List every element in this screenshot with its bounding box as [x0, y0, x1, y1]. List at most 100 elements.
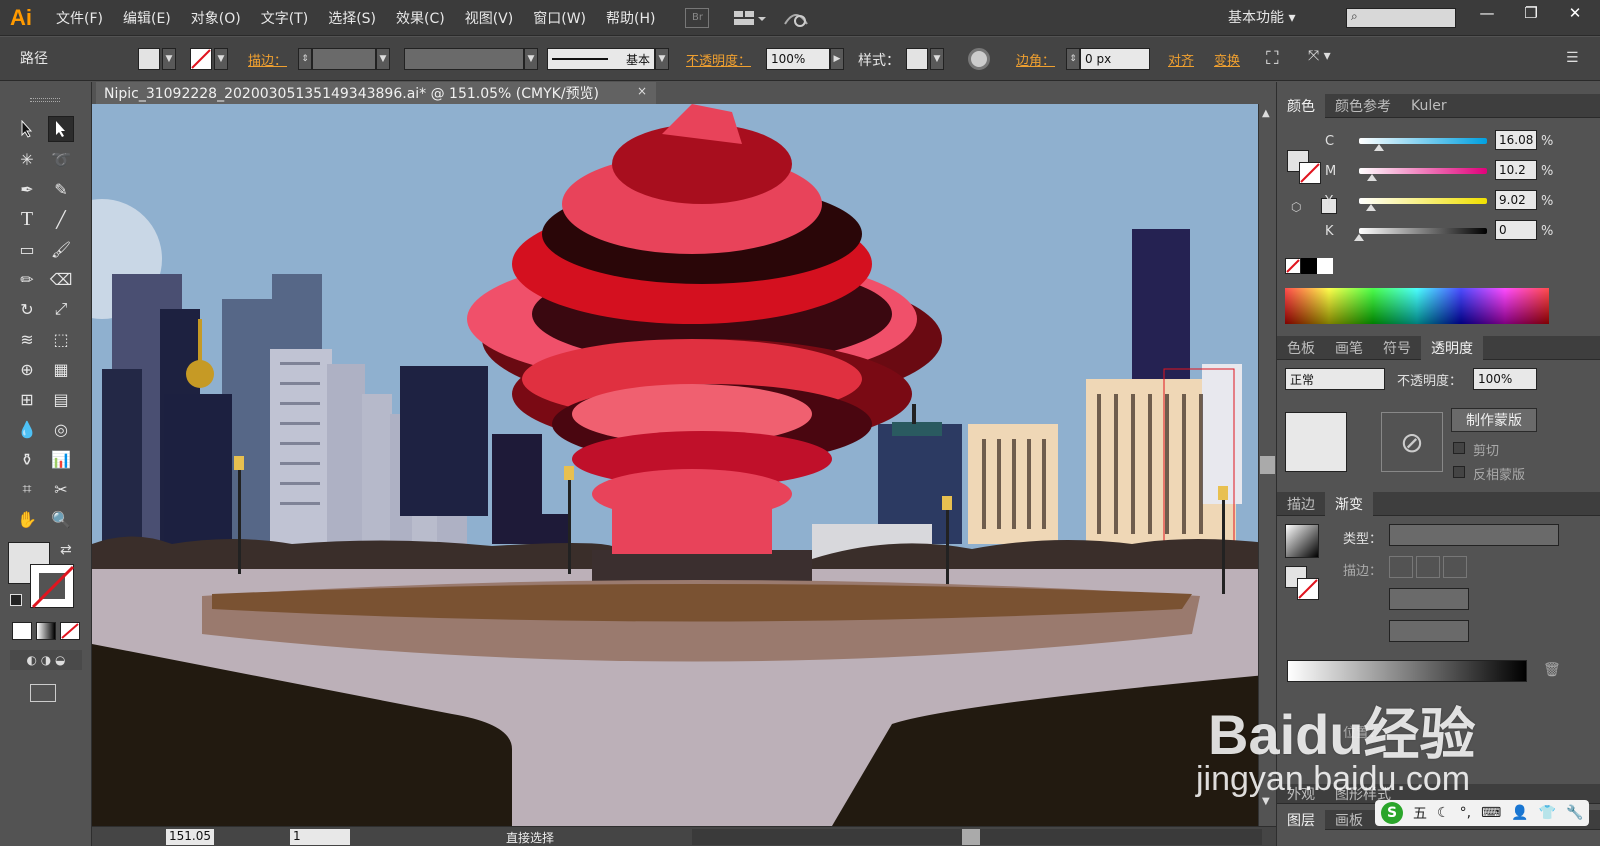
close-document-icon[interactable]: × — [637, 84, 647, 98]
swap-fill-stroke-icon[interactable]: ⇄ — [60, 542, 72, 558]
slice-tool-icon[interactable]: ✂ — [48, 476, 74, 502]
eyedropper-tool-icon[interactable]: 💧 — [14, 416, 40, 442]
gradient-type-select[interactable] — [1389, 524, 1559, 546]
pencil-tool-icon[interactable]: ✏ — [14, 266, 40, 292]
channel-m-slider[interactable] — [1359, 168, 1487, 174]
direct-selection-tool-icon[interactable] — [48, 116, 74, 142]
bridge-button[interactable]: Br — [685, 7, 710, 28]
corner-radius-field[interactable]: 0 px — [1080, 48, 1150, 70]
menu-select[interactable]: 选择(S) — [318, 8, 386, 28]
stroke-gradient-options[interactable] — [1389, 556, 1471, 578]
make-mask-button[interactable]: 制作蒙版 — [1451, 408, 1537, 432]
tab-color[interactable]: 颜色 — [1277, 93, 1325, 118]
ime-moon-icon[interactable]: ☾ — [1437, 805, 1450, 821]
symbol-sprayer-tool-icon[interactable]: ⚱ — [14, 446, 40, 472]
free-transform-tool-icon[interactable]: ⬚ — [48, 326, 74, 352]
channel-c-thumb[interactable] — [1374, 144, 1385, 151]
menu-type[interactable]: 文字(T) — [251, 8, 318, 28]
canvas[interactable] — [92, 104, 1276, 826]
curvature-tool-icon[interactable]: ✎ — [48, 176, 74, 202]
recolor-artwork-icon[interactable] — [968, 48, 990, 70]
ime-keyboard-icon[interactable]: ⌨ — [1481, 805, 1501, 821]
scroll-up-icon[interactable]: ▲ — [1262, 108, 1270, 119]
tab-transparency[interactable]: 透明度 — [1421, 335, 1483, 360]
select-similar-icon[interactable]: ⤧ ▾ — [1308, 48, 1348, 70]
align-link[interactable]: 对齐 — [1168, 50, 1194, 69]
perspective-grid-tool-icon[interactable]: ▦ — [48, 356, 74, 382]
paintbrush-tool-icon[interactable]: 🖌 — [48, 236, 74, 262]
minimize-button[interactable]: — — [1465, 0, 1509, 26]
drawing-modes-icon[interactable]: ◐ ◑ ◒ — [10, 650, 82, 670]
menu-edit[interactable]: 编辑(E) — [113, 8, 181, 28]
channel-m-value[interactable]: 10.2 — [1495, 160, 1537, 180]
gradient-angle-field[interactable] — [1389, 588, 1469, 610]
rotate-tool-icon[interactable]: ↻ — [14, 296, 40, 322]
screen-mode-icon[interactable] — [30, 684, 56, 702]
channel-y-thumb[interactable] — [1365, 204, 1376, 211]
zoom-tool-icon[interactable]: 🔍 — [48, 506, 74, 532]
close-button[interactable]: ✕ — [1553, 0, 1597, 26]
quick-swatches[interactable] — [1285, 258, 1333, 274]
stroke-weight-field[interactable] — [312, 48, 376, 70]
ime-user-icon[interactable]: 👤 — [1511, 805, 1528, 821]
lasso-tool-icon[interactable]: ➰ — [48, 146, 74, 172]
tab-brushes[interactable]: 画笔 — [1325, 336, 1373, 360]
stroke-weight-stepper[interactable]: ⇕ — [298, 48, 312, 70]
magic-wand-tool-icon[interactable]: ✳ — [14, 146, 40, 172]
gradient-preview[interactable] — [1285, 524, 1319, 558]
delete-stop-icon[interactable]: 🗑 — [1543, 662, 1561, 678]
gradient-tool-icon[interactable]: ▤ — [48, 386, 74, 412]
gradient-slider[interactable] — [1287, 660, 1527, 682]
menu-help[interactable]: 帮助(H) — [596, 8, 665, 28]
none-mode-icon[interactable] — [60, 622, 80, 640]
tab-kuler[interactable]: Kuler — [1401, 94, 1457, 118]
stroke-swatch[interactable] — [190, 48, 212, 70]
isolate-selected-icon[interactable]: ⛶ — [1266, 48, 1288, 70]
tab-symbols[interactable]: 符号 — [1373, 336, 1421, 360]
current-tool-status[interactable]: 直接选择 — [506, 829, 554, 846]
gpu-performance-icon[interactable] — [781, 8, 811, 28]
color-mode-icon[interactable] — [12, 622, 32, 640]
gradient-mode-icon[interactable] — [36, 622, 56, 640]
rectangle-tool-icon[interactable]: ▭ — [14, 236, 40, 262]
ime-settings-icon[interactable]: 🔧 — [1566, 805, 1583, 821]
graphic-style-swatch[interactable] — [906, 48, 928, 70]
invert-mask-checkbox[interactable] — [1453, 466, 1465, 478]
tab-gradient[interactable]: 渐变 — [1325, 491, 1373, 516]
channel-y-slider[interactable] — [1359, 198, 1487, 204]
pen-tool-icon[interactable]: ✒ — [14, 176, 40, 202]
menu-object[interactable]: 对象(O) — [181, 8, 251, 28]
stroke-color-box[interactable] — [30, 564, 75, 609]
tab-artboards[interactable]: 画板 — [1325, 808, 1373, 832]
brush-dropdown[interactable]: ▼ — [655, 48, 669, 70]
control-menu-icon[interactable]: ☰ — [1566, 50, 1579, 66]
artboard-tool-icon[interactable]: ⌗ — [14, 476, 40, 502]
menu-view[interactable]: 视图(V) — [455, 8, 524, 28]
stroke-dropdown[interactable]: ▼ — [214, 48, 228, 70]
mask-thumbnail[interactable] — [1285, 412, 1347, 472]
width-tool-icon[interactable]: ≋ — [14, 326, 40, 352]
channel-k-value[interactable]: 0 — [1495, 220, 1537, 240]
gradient-aspect-field[interactable] — [1389, 620, 1469, 642]
arrange-documents-icon[interactable] — [733, 8, 767, 28]
fill-swatch[interactable] — [138, 48, 160, 70]
clip-checkbox[interactable] — [1453, 442, 1465, 454]
variable-width-profile[interactable] — [404, 48, 524, 70]
tab-color-guide[interactable]: 颜色参考 — [1325, 94, 1401, 118]
opacity-label[interactable]: 不透明度： — [686, 50, 751, 69]
no-mask-icon[interactable]: ⊘ — [1381, 412, 1443, 472]
brush-definition[interactable]: 基本 — [547, 48, 655, 70]
fill-dropdown[interactable]: ▼ — [162, 48, 176, 70]
tab-stroke[interactable]: 描边 — [1277, 492, 1325, 516]
channel-k-slider[interactable] — [1359, 228, 1487, 234]
workspace-switcher[interactable]: 基本功能 ▾ — [1228, 7, 1295, 27]
selection-tool-icon[interactable] — [14, 116, 40, 142]
horizontal-scrollbar[interactable] — [692, 829, 1262, 845]
channel-k-thumb[interactable] — [1354, 234, 1364, 241]
type-tool-icon[interactable]: T — [14, 206, 40, 232]
channel-c-value[interactable]: 16.08 — [1495, 130, 1537, 150]
color-stroke-swatch[interactable] — [1299, 162, 1321, 184]
document-tab[interactable]: Nipic_31092228_20200305135149343896.ai* … — [96, 82, 656, 104]
ime-mode-label[interactable]: 五 — [1413, 803, 1427, 823]
stroke-weight-dropdown[interactable]: ▼ — [376, 48, 390, 70]
